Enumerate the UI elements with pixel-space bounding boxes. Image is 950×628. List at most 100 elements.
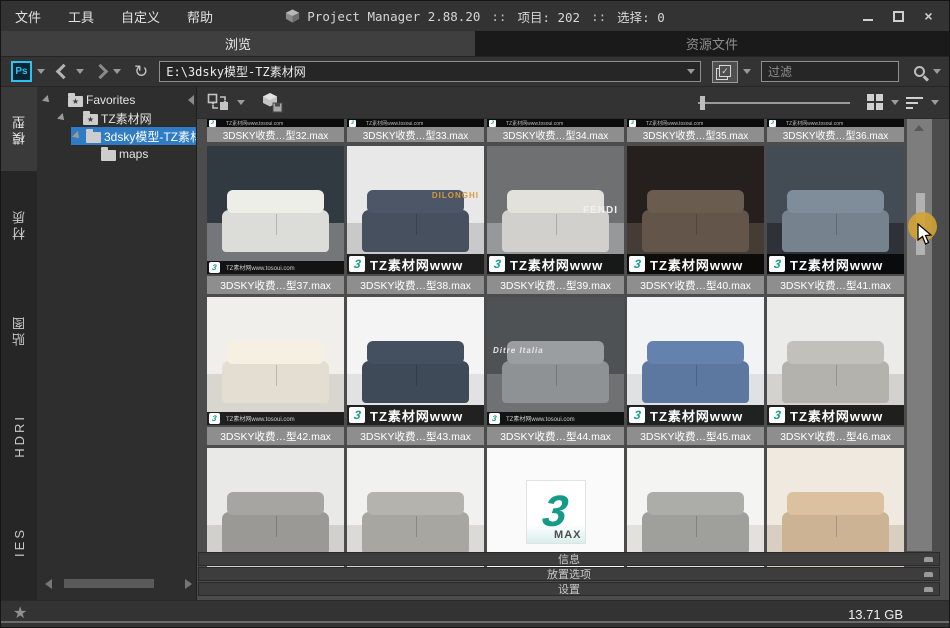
app-title: Project Manager 2.88.20 [307, 9, 480, 24]
tab-assets[interactable]: 资源文件 [475, 31, 949, 56]
side-tab-materials[interactable]: 材质 [1, 171, 37, 277]
slider-handle[interactable] [700, 96, 705, 110]
favorite-star-icon[interactable]: ★ [13, 606, 27, 622]
app-logo-icon [285, 8, 300, 24]
sort-icon[interactable] [906, 96, 924, 110]
menu-file[interactable]: 文件 [15, 7, 41, 26]
nav-toolbar: Ps ↻ ✓ [1, 57, 949, 87]
side-tab-hdri[interactable]: HDRI [1, 383, 37, 489]
side-tab-maps[interactable]: 贴图 [1, 277, 37, 383]
thumbnail-cell[interactable]: 3TZ素材网www.tosoui.com3DSKY收费…型34.max [487, 119, 624, 142]
thumbnail-cell[interactable]: 3TZ素材网www.tosoui.com3DSKY收费…型37.max [207, 146, 344, 294]
tree-horizontal-scrollbar[interactable] [45, 577, 192, 590]
panel-info[interactable]: 信息 [198, 552, 940, 566]
tree-item-3dsky[interactable]: 3dsky模型-TZ素材网 [37, 127, 196, 145]
panel-collapse-icon[interactable] [924, 572, 933, 577]
furniture-shape [362, 512, 469, 554]
tree-expander-icon[interactable] [57, 113, 67, 123]
thumbnail-cell[interactable]: 3TZ素材网www 3DSKY收费…型45.max [627, 297, 764, 445]
scroll-up-icon[interactable] [914, 125, 924, 131]
thumbnail-cell[interactable]: 3TZ素材网www.tosoui.com3DSKY收费…型42.max [207, 297, 344, 445]
thumbnail-image: 3TZ素材网www [347, 297, 484, 425]
tree-expander-icon[interactable] [72, 131, 82, 141]
filter-field[interactable] [761, 61, 899, 82]
thumbnail-cell[interactable]: 3TZ素材网www.tosoui.com3DSKY收费…型36.max [767, 119, 904, 142]
panel-collapse-icon[interactable] [924, 587, 933, 592]
watermark-text: TZ素材网www.tosoui.com [366, 120, 423, 127]
watermark-text: TZ素材网www.tosoui.com [226, 120, 283, 127]
thumbnail-cell[interactable]: 3TZ素材网www3DSKY收费…型41.max [767, 146, 904, 294]
menu-customize[interactable]: 自定义 [121, 7, 160, 26]
tree-item-favorites[interactable]: Favorites [37, 91, 196, 109]
close-button[interactable]: × [922, 10, 935, 23]
search-icon[interactable] [914, 66, 925, 77]
tree-item-tz[interactable]: TZ素材网 [37, 109, 196, 127]
tree-item-body: maps [86, 145, 196, 163]
panel-collapse-arrow-icon[interactable] [188, 95, 194, 105]
menu-tools[interactable]: 工具 [68, 7, 94, 26]
forward-history-dropdown-icon[interactable] [113, 69, 121, 74]
thumbnail-caption: 3DSKY收费…型45.max [627, 427, 764, 445]
watermark-text: TZ素材网www.tosoui.com [506, 414, 575, 423]
scroll-left-icon[interactable] [45, 579, 52, 589]
tree-expander-icon[interactable] [42, 95, 52, 105]
furniture-shape [642, 210, 749, 252]
thumbnail-row: 3TZ素材网www.tosoui.com3DSKY收费…型37.maxDILON… [207, 146, 949, 294]
thumbnail-cell[interactable]: 3TZ素材网www3DSKY收费…型40.max [627, 146, 764, 294]
thumbnail-cell[interactable]: 3TZ素材网www.tosoui.com3DSKY收费…型35.max [627, 119, 764, 142]
address-input[interactable] [159, 61, 701, 82]
view-mode-dropdown-icon[interactable] [891, 100, 899, 105]
slider-track[interactable] [698, 102, 850, 104]
status-bar: ★ 13.71 GB [1, 600, 949, 627]
search-dropdown-icon[interactable] [933, 69, 941, 74]
watermark-strip: 3TZ素材网www.tosoui.com [207, 412, 344, 425]
grid-view-icon[interactable] [867, 94, 884, 111]
panel-settings[interactable]: 设置 [198, 582, 940, 596]
scroll-right-icon[interactable] [185, 579, 192, 589]
save-model-icon[interactable] [261, 92, 283, 113]
watermark-strip: 3TZ素材网www [627, 405, 764, 425]
thumbnail-cell[interactable]: 3TZ素材网www3DSKY收费…型43.max [347, 297, 484, 445]
thumbnail-cell[interactable]: DILONGHI3TZ素材网www3DSKY收费…型38.max [347, 146, 484, 294]
minimize-button[interactable] [862, 10, 875, 23]
watermark-strip: 3TZ素材网www.tosoui.com [487, 119, 624, 127]
address-dropdown-icon[interactable] [687, 69, 695, 74]
back-button[interactable] [56, 64, 72, 80]
side-tab-models[interactable]: 模型 [1, 87, 37, 171]
filter-preset-dropdown-icon[interactable] [743, 69, 751, 74]
thumbnail-size-slider[interactable] [698, 96, 850, 110]
address-bar[interactable] [159, 61, 701, 82]
title-bar: 文件工具自定义帮助 Project Manager 2.88.20 :: 项目:… [1, 1, 949, 31]
watermark-strip: 3TZ素材网www.tosoui.com [207, 261, 344, 274]
max-file-icon: 3 [349, 120, 356, 127]
scrollbar-track[interactable] [56, 577, 181, 590]
free-space-label: 13.71 GB [848, 607, 903, 622]
thumbnail-cell[interactable]: 3TZ素材网www.tosoui.com3DSKY收费…型32.max [207, 119, 344, 142]
vertical-scrollbar[interactable] [907, 119, 932, 551]
thumbnail-cell[interactable]: Ditre Italia3TZ素材网www.tosoui.com3DSKY收费…… [487, 297, 624, 445]
filter-input[interactable] [761, 61, 899, 82]
max-file-icon: 3 [489, 256, 505, 272]
scrollbar-thumb[interactable] [64, 579, 154, 588]
back-history-dropdown-icon[interactable] [76, 69, 84, 74]
thumbnail-cell[interactable]: 3TZ素材网www3DSKY收费…型46.max [767, 297, 904, 445]
relink-dropdown-icon[interactable] [237, 100, 245, 105]
filter-preset-button[interactable]: ✓ [712, 61, 738, 83]
menu-help[interactable]: 帮助 [187, 7, 213, 26]
tab-browse[interactable]: 浏览 [1, 31, 475, 56]
thumbnail-cell[interactable]: FENDI3TZ素材网www3DSKY收费…型39.max [487, 146, 624, 294]
sort-dropdown-icon[interactable] [931, 100, 939, 105]
photoshop-dropdown-icon[interactable] [37, 69, 45, 74]
forward-button[interactable] [93, 64, 109, 80]
relink-assets-icon[interactable] [207, 93, 231, 112]
panel-collapse-icon[interactable] [924, 557, 933, 562]
photoshop-button[interactable]: Ps [11, 61, 32, 82]
mouse-cursor [917, 223, 934, 246]
side-tab-ies[interactable]: IES [1, 489, 37, 595]
panel-label: 信息 [558, 551, 580, 567]
thumbnail-cell[interactable]: 3TZ素材网www.tosoui.com3DSKY收费…型33.max [347, 119, 484, 142]
maximize-button[interactable] [892, 10, 905, 23]
refresh-icon[interactable]: ↻ [134, 63, 148, 81]
tree-item-maps[interactable]: maps [37, 145, 196, 163]
panel-placement[interactable]: 放置选项 [198, 567, 940, 581]
